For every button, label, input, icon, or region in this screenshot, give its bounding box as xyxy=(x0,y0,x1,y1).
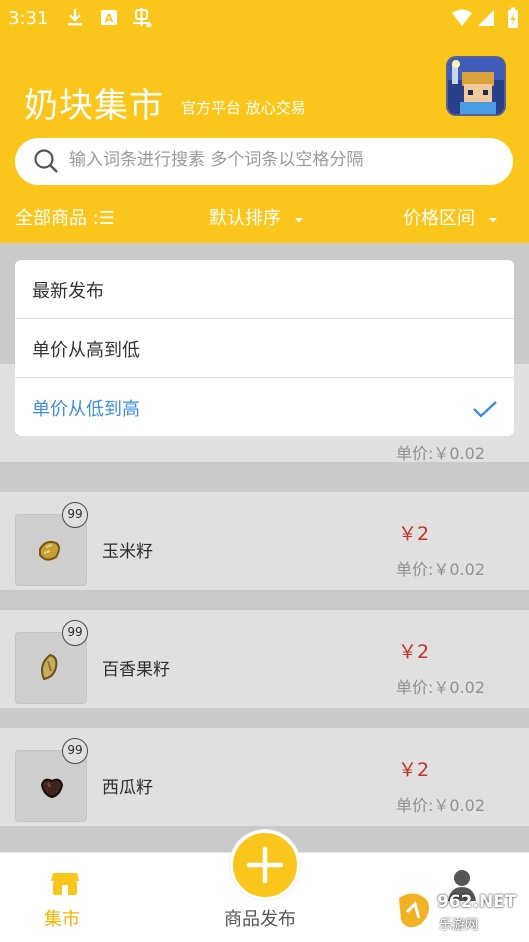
battery-icon xyxy=(507,7,519,34)
tab-market-label: 集市 xyxy=(44,909,80,930)
status-time: 3:31 xyxy=(8,8,49,29)
wifi-icon xyxy=(451,9,473,32)
sort-option-label: 单价从低到高 xyxy=(32,399,140,420)
bug-icon xyxy=(130,7,154,34)
status-bar: 3:31 A xyxy=(0,0,529,36)
signal-icon xyxy=(477,9,495,32)
user-avatar[interactable] xyxy=(446,56,506,116)
watermark-text: 962.NET xyxy=(437,892,517,912)
sort-option-label: 单价从高到低 xyxy=(32,340,140,361)
font-a-icon: A xyxy=(100,7,118,32)
sort-option-newest[interactable]: 最新发布 xyxy=(15,260,514,318)
tab-publish[interactable]: 商品发布 xyxy=(220,901,320,935)
sort-option-label: 最新发布 xyxy=(32,281,104,302)
filter-default-sort-label: 默认排序 xyxy=(209,208,281,229)
plus-icon xyxy=(246,846,284,884)
svg-text:A: A xyxy=(105,12,114,25)
header-bar: 3:31 A 奶块集市 官方平台 放心交易 输入词条进行搜素 多个词条以空格分隔… xyxy=(0,0,529,243)
filter-price-range[interactable]: 价格区间 xyxy=(403,204,499,230)
sort-option-price-high-low[interactable]: 单价从高到低 xyxy=(15,319,514,377)
filter-all-items[interactable]: 全部商品 :☰ xyxy=(15,204,115,230)
download-icon xyxy=(66,7,84,32)
shop-icon xyxy=(51,873,79,895)
check-icon xyxy=(473,401,497,418)
page-title: 奶块集市 xyxy=(24,86,164,126)
search-icon xyxy=(33,148,59,178)
search-input[interactable] xyxy=(69,150,499,170)
add-button[interactable] xyxy=(230,830,300,900)
sort-option-price-low-high[interactable]: 单价从低到高 xyxy=(15,378,514,436)
filter-default-sort[interactable]: 默认排序 xyxy=(209,204,305,230)
page-subtitle: 官方平台 放心交易 xyxy=(181,99,306,117)
watermark-subtext: 乐游网 xyxy=(439,918,479,933)
caret-down-icon xyxy=(294,218,303,223)
sort-dropdown: 最新发布 单价从高到低 单价从低到高 xyxy=(15,260,514,436)
search-bar[interactable] xyxy=(15,138,513,185)
tab-publish-label: 商品发布 xyxy=(224,909,296,930)
watermark-logo: 962.NET 乐游网 xyxy=(393,890,529,936)
filter-bar: 全部商品 :☰ 默认排序 价格区间 xyxy=(0,198,529,234)
filter-price-range-label: 价格区间 xyxy=(403,208,475,229)
caret-down-icon xyxy=(488,218,497,223)
tab-market[interactable]: 集市 xyxy=(20,865,110,935)
